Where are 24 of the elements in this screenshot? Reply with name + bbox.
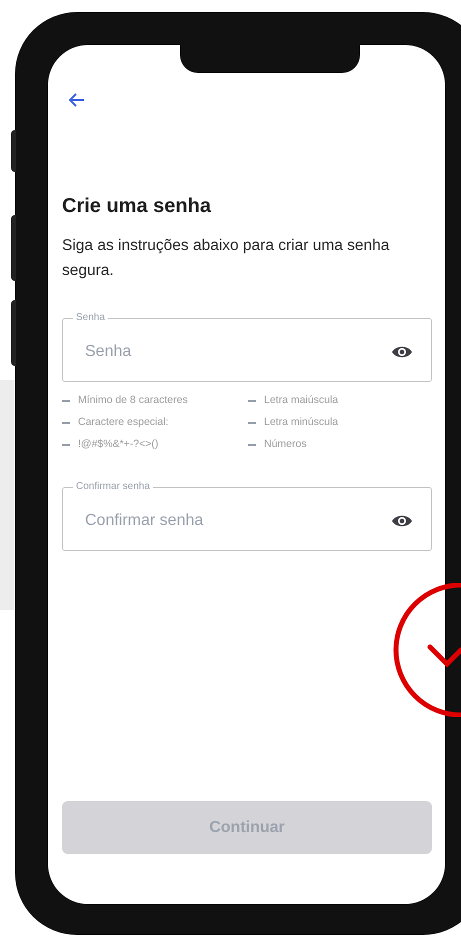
requirement-text: Números (264, 437, 307, 452)
field-label: Senha (75, 312, 106, 324)
requirement-text: !@#$%&*+-?<>() (78, 437, 158, 452)
page-subtitle: Siga as instruções abaixo para criar uma senha segura. (62, 236, 390, 281)
dash-icon (248, 422, 256, 424)
password-input[interactable]: Confirmar senha (85, 509, 391, 533)
dash-icon (248, 444, 256, 446)
dash-icon (62, 444, 70, 446)
dash-icon (248, 400, 256, 402)
dash-icon (62, 422, 70, 424)
eye-icon[interactable] (391, 513, 413, 529)
requirement-text: Letra maiúscula (264, 393, 338, 408)
page-title: Crie uma senha (62, 194, 212, 219)
password-field[interactable]: Senha Senha (62, 312, 432, 382)
chevron-circle-icon (393, 583, 461, 717)
back-arrow-icon[interactable] (69, 93, 85, 107)
eye-icon[interactable] (391, 344, 413, 360)
requirement-text: Caractere especial: (78, 415, 168, 430)
password-field[interactable]: Confirmar senha Confirmar senha (62, 481, 432, 551)
password-input[interactable]: Senha (85, 340, 391, 364)
requirement-text: Letra minúscula (264, 415, 338, 430)
requirement-text: Mínimo de 8 caracteres (78, 393, 188, 408)
field-label: Confirmar senha (75, 481, 151, 493)
dash-icon (62, 400, 70, 402)
